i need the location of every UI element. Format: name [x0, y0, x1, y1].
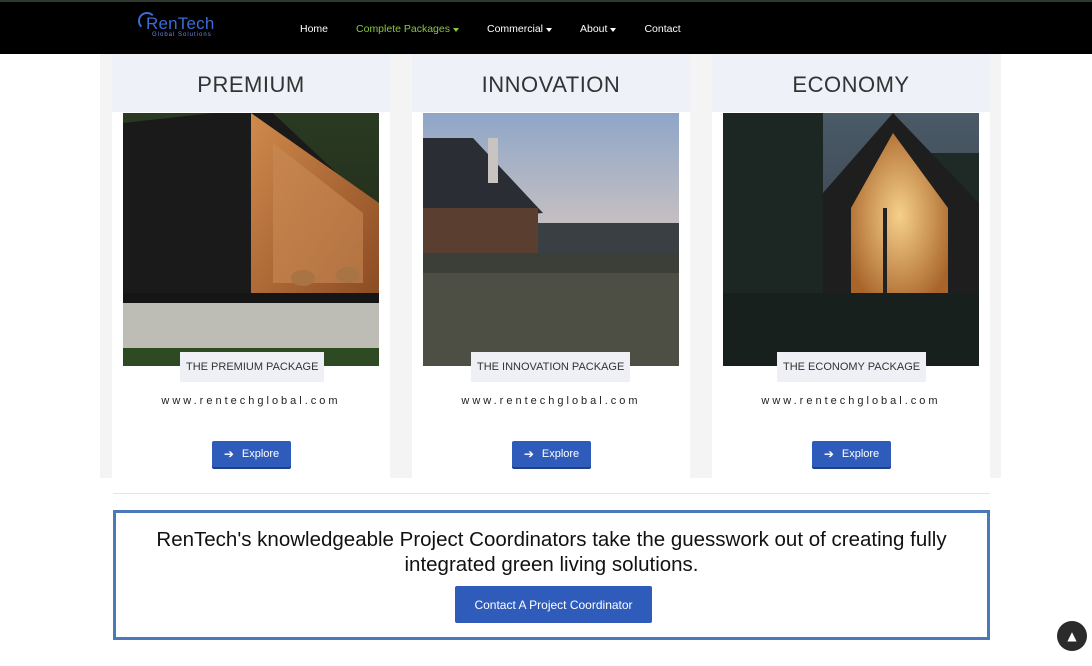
arrow-right-icon: ➔ — [823, 447, 834, 461]
section-divider — [113, 493, 990, 494]
caret-down-icon — [610, 27, 617, 32]
explore-button-label: Explore — [241, 448, 280, 460]
nav-item-label: Complete Packages — [356, 23, 450, 35]
card-title: PREMIUM — [197, 72, 305, 97]
card-header: ECONOMY — [712, 54, 990, 112]
arrow-right-icon: ➔ — [523, 447, 534, 461]
contact-coordinator-button[interactable]: Contact A Project Coordinator — [455, 586, 652, 623]
nav-item-label: About — [580, 23, 608, 35]
package-card-innovation: INNOVATION THE INNOVATION PACKAGE www.re… — [412, 54, 690, 478]
explore-button[interactable]: ➔ Explore — [212, 441, 291, 467]
explore-button-label: Explore — [841, 448, 880, 460]
package-label: THE PREMIUM PACKAGE — [180, 352, 325, 382]
card-header: PREMIUM — [112, 54, 390, 112]
site-header: RenTech Global Solutions Home Complete P… — [0, 0, 1092, 54]
scroll-to-top-button[interactable]: ▲ — [1057, 621, 1087, 651]
economy-house-image[interactable] — [723, 113, 979, 366]
package-url: www.rentechglobal.com — [161, 395, 341, 407]
premium-house-image[interactable] — [123, 113, 379, 366]
explore-button-label: Explore — [541, 448, 580, 460]
nav-item-label: Commercial — [486, 23, 543, 35]
nav-item-contact[interactable]: Contact — [644, 23, 680, 35]
caret-down-icon — [546, 27, 552, 32]
main-nav: Home Complete Packages Commercial About … — [300, 2, 709, 56]
package-label: THE ECONOMY PACKAGE — [777, 352, 927, 382]
cta-text: RenTech's knowledgeable Project Coordina… — [156, 528, 947, 576]
coordinator-cta-box: RenTech's knowledgeable Project Coordina… — [113, 510, 990, 640]
card-header: INNOVATION — [412, 54, 690, 112]
logo-name: RenTech — [146, 14, 215, 33]
explore-button[interactable]: ➔ Explore — [512, 441, 591, 467]
nav-item-complete-packages[interactable]: Complete Packages — [356, 23, 459, 35]
nav-item-about[interactable]: About — [580, 23, 617, 35]
arrow-right-icon: ➔ — [223, 447, 234, 461]
package-card-premium: PREMIUM THE PREMIUM PACKAGE www.rentechg… — [112, 54, 390, 478]
nav-item-label: Home — [300, 23, 329, 35]
rentech-logo[interactable]: RenTech Global Solutions — [138, 12, 228, 42]
nav-item-label: Contact — [644, 23, 681, 35]
card-title: INNOVATION — [481, 72, 621, 97]
explore-button[interactable]: ➔ Explore — [812, 441, 891, 467]
card-title: ECONOMY — [792, 72, 910, 97]
package-card-economy: ECONOMY THE ECONOMY PACKAGE www.rentechg… — [712, 54, 990, 478]
package-label: THE INNOVATION PACKAGE — [471, 352, 631, 382]
package-url: www.rentechglobal.com — [761, 395, 941, 407]
chevron-up-icon: ▲ — [1067, 629, 1077, 643]
logo-tagline: Global Solutions — [152, 32, 212, 38]
caret-down-icon — [452, 27, 459, 32]
innovation-house-image[interactable] — [423, 113, 679, 366]
package-url: www.rentechglobal.com — [461, 395, 641, 407]
nav-item-commercial[interactable]: Commercial — [487, 23, 552, 35]
nav-item-home[interactable]: Home — [300, 23, 328, 35]
